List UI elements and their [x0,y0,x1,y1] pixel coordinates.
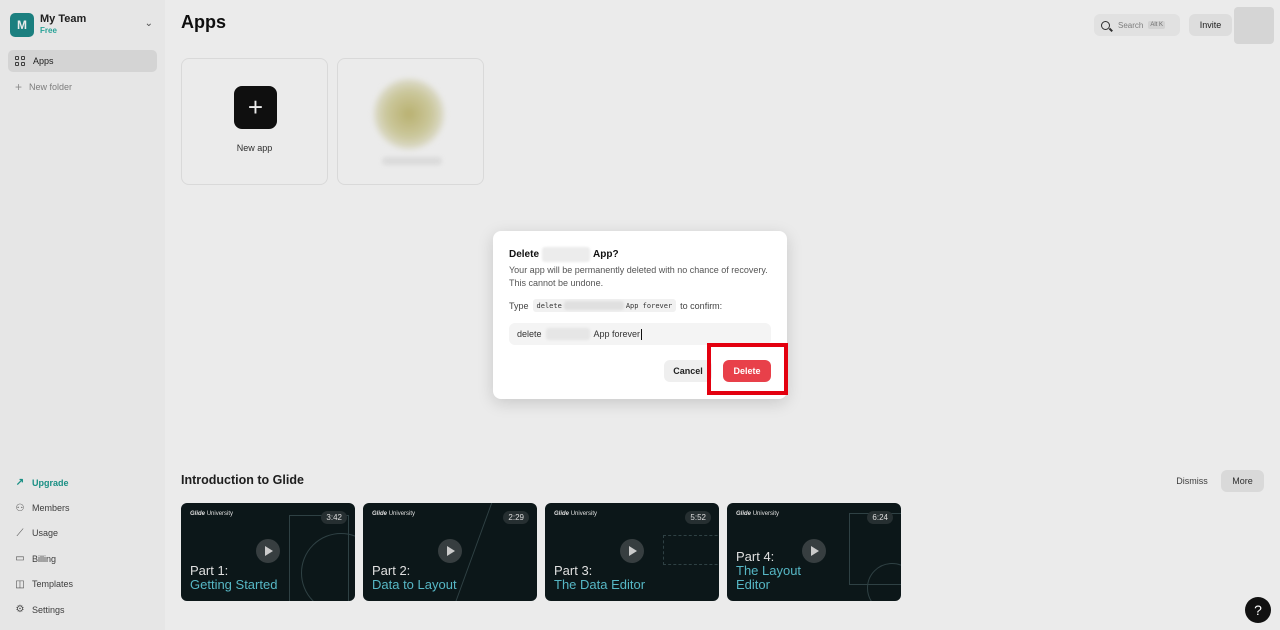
dialog-title: Delete App? [509,247,619,262]
highlight-box [707,343,788,395]
redacted-app-name [542,247,591,262]
confirm-input[interactable]: delete App forever [509,323,771,345]
dialog-description: Your app will be permanently deleted wit… [509,265,768,288]
redacted-app-name [545,328,590,340]
help-button[interactable]: ? [1245,597,1271,623]
text-caret [641,328,643,340]
confirm-phrase: delete App forever [532,299,677,312]
cancel-button[interactable]: Cancel [664,360,712,382]
confirm-instruction: Type delete App forever to confirm: [509,299,723,312]
redacted-app-name [563,301,624,310]
